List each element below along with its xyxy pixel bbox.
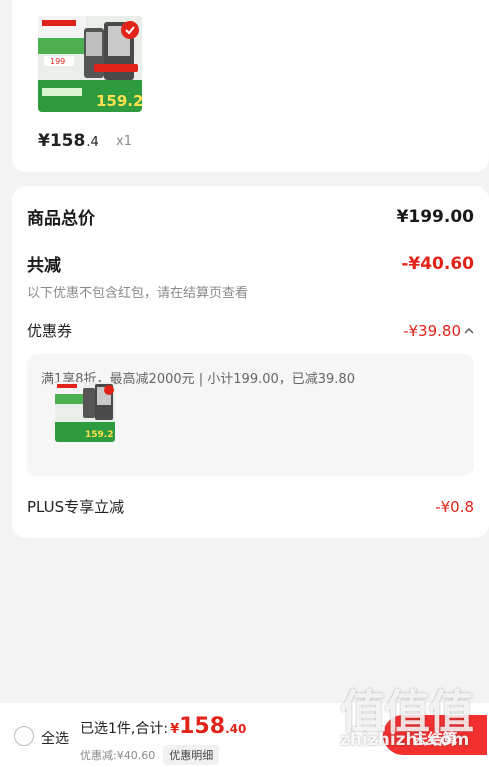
total-discount-label: 共减 <box>27 256 61 276</box>
goods-total-row: 商品总价 ¥199.00 <box>27 204 474 230</box>
total-decimal: .40 <box>225 722 247 736</box>
svg-text:159.2: 159.2 <box>85 430 113 440</box>
coupon-value-wrap[interactable]: -¥39.80 <box>403 322 474 340</box>
goods-total-label: 商品总价 <box>27 209 95 229</box>
goods-total-value: ¥199.00 <box>396 206 474 227</box>
discount-summary-text: 优惠减:¥40.60 <box>80 749 156 762</box>
product-price: ¥158 .4 <box>38 131 99 151</box>
discount-summary-line: 优惠减:¥40.60 优惠明细 <box>80 745 220 765</box>
plus-discount-row: PLUS专享立减 -¥0.8 <box>27 496 474 517</box>
checkout-button[interactable]: 去结算 <box>383 715 487 755</box>
price-summary-card: 商品总价 ¥199.00 共减 -¥40.60 以下优惠不包含红包，请在结算页查… <box>12 186 489 538</box>
product-quantity: x1 <box>116 134 132 149</box>
svg-text:199: 199 <box>50 57 65 66</box>
checkout-bar: 全选 已选1件,合计: ¥ 158 .40 优惠减:¥40.60 优惠明细 去结… <box>0 703 489 767</box>
product-price-decimal: .4 <box>86 135 99 150</box>
total-discount-value: -¥40.60 <box>401 253 474 274</box>
total-integer: 158 <box>179 714 226 739</box>
product-card: 199 159.2 ¥158 .4 x1 <box>12 0 489 172</box>
coupon-detail-box: 满1享8折，最高减2000元 | 小计199.00，已减39.80 159.2 <box>27 354 474 476</box>
chevron-up-icon[interactable] <box>464 327 474 335</box>
discount-detail-button[interactable]: 优惠明细 <box>163 745 220 765</box>
svg-text:159.2: 159.2 <box>96 92 142 110</box>
product-image[interactable]: 199 159.2 <box>38 16 142 112</box>
select-all-label[interactable]: 全选 <box>41 728 69 748</box>
total-discount-row: 共减 -¥40.60 <box>27 251 474 277</box>
product-price-integer: ¥158 <box>38 131 86 151</box>
selected-count-text: 已选1件,合计: <box>80 721 169 737</box>
total-currency: ¥ <box>170 722 180 737</box>
plus-discount-label: PLUS专享立减 <box>27 498 125 516</box>
discount-note: 以下优惠不包含红包，请在结算页查看 <box>27 286 249 301</box>
select-all-radio[interactable] <box>14 726 34 746</box>
plus-discount-value: -¥0.8 <box>435 497 474 516</box>
coupon-value: -¥39.80 <box>403 321 461 340</box>
coupon-product-image: 159.2 <box>55 382 115 442</box>
selected-total: 已选1件,合计: ¥ 158 .40 <box>80 714 246 739</box>
coupon-label: 优惠券 <box>27 322 73 340</box>
coupon-row[interactable]: 优惠券 -¥39.80 <box>27 320 474 341</box>
